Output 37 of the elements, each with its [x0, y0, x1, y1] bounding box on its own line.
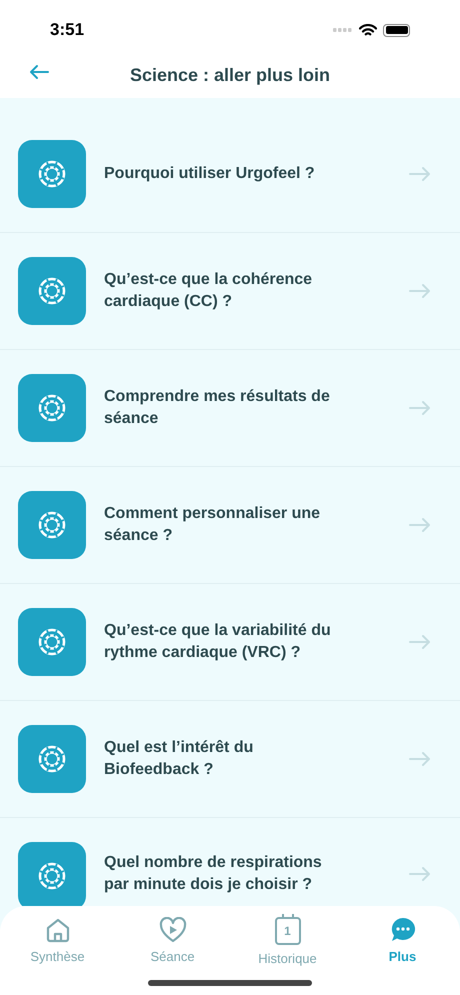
calendar-icon: 1 — [274, 917, 300, 945]
list-item[interactable]: Comment personnaliser une séance ? — [0, 467, 460, 584]
item-label: Comprendre mes résultats de séance — [104, 387, 331, 429]
list-item[interactable]: Qu’est-ce que la variabilité du rythme cardiaque (VRC) ? — [0, 584, 460, 701]
item-label: Quel est l’intérêt du Biofeedback ? — [104, 738, 254, 780]
home-icon — [44, 917, 70, 943]
lifebuoy-icon — [18, 257, 86, 325]
status-time: 3:51 — [50, 19, 84, 42]
back-arrow-icon — [28, 64, 50, 80]
chat-bubble-icon — [390, 917, 416, 943]
page-title: Science : aller plus loin — [130, 64, 330, 87]
arrow-right-icon — [408, 283, 432, 299]
lifebuoy-icon — [18, 374, 86, 442]
wifi-icon — [359, 24, 377, 36]
item-label: Qu’est-ce que la cohérence cardiaque (CC) ? — [104, 270, 314, 312]
lifebuoy-icon — [18, 140, 86, 208]
arrow-right-icon — [408, 751, 432, 767]
item-label: Quel nombre de respirations par minute dois je choisir ? — [104, 853, 323, 895]
list-item[interactable]: Qu’est-ce que la cohérence cardiaque (CC) ? — [0, 233, 460, 350]
lifebuoy-icon — [18, 725, 86, 793]
list-item[interactable]: Quel est l’intérêt du Biofeedback ? — [0, 701, 460, 818]
arrow-right-icon — [408, 166, 432, 182]
arrow-right-icon — [408, 866, 432, 882]
signal-icon — [333, 28, 353, 32]
item-label: Comment personnaliser une séance ? — [104, 504, 322, 546]
arrow-right-icon — [408, 517, 432, 533]
lifebuoy-icon — [18, 608, 86, 676]
list-item[interactable]: Quel nombre de respirations par minute dois je choisir ? — [0, 818, 460, 906]
item-label: Pourquoi utiliser Urgofeel ? — [104, 164, 316, 184]
item-label: Qu’est-ce que la variabilité du rythme cardiaque (VRC) ? — [104, 621, 332, 663]
battery-icon — [383, 24, 410, 36]
arrow-right-icon — [408, 400, 432, 416]
heart-play-icon — [158, 917, 186, 943]
list-item[interactable]: Comprendre mes résultats de séance — [0, 350, 460, 467]
lifebuoy-icon — [18, 491, 86, 559]
arrow-right-icon — [408, 634, 432, 650]
list-item[interactable]: Pourquoi utiliser Urgofeel ? — [0, 116, 460, 233]
